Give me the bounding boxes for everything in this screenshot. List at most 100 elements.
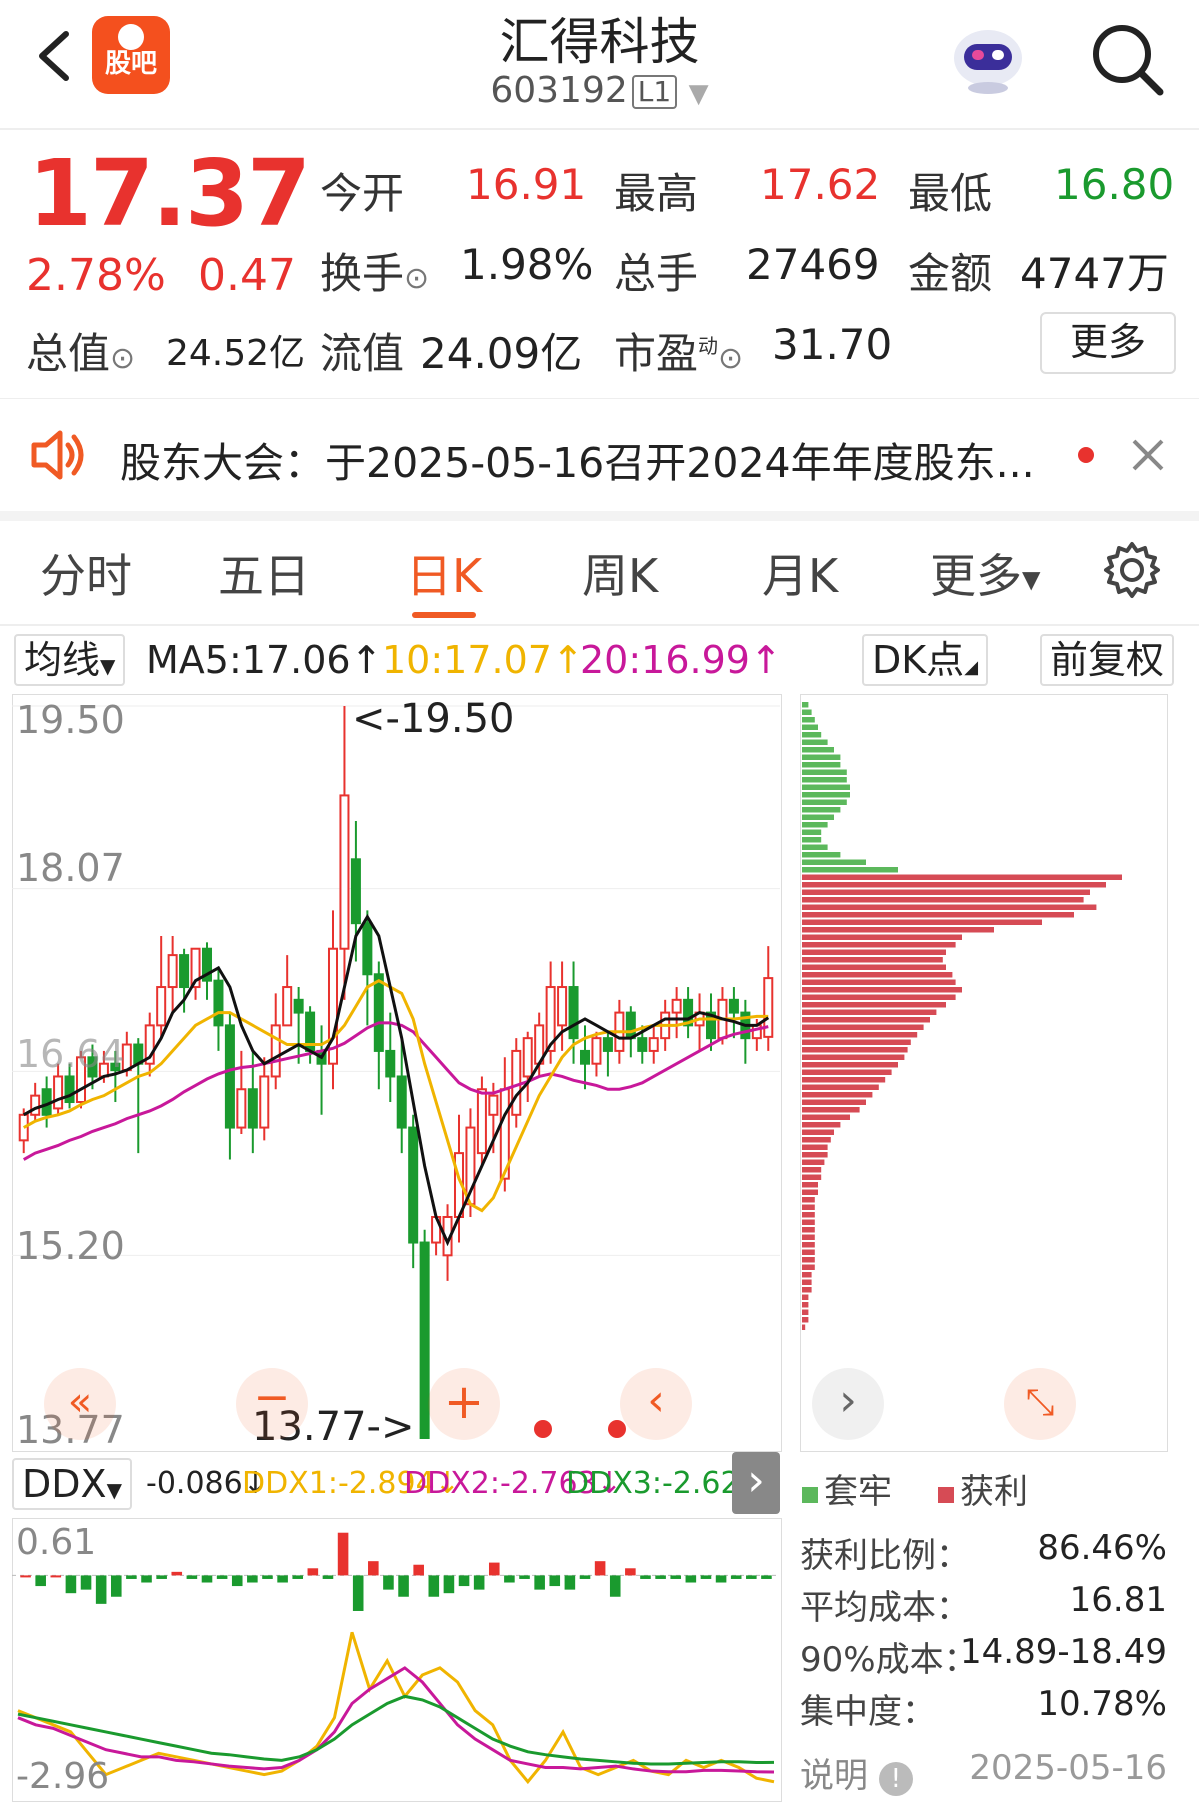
chip-bar-profit xyxy=(802,912,1074,918)
ddx-bar xyxy=(609,1575,621,1597)
chip-bar-profit xyxy=(802,1302,809,1308)
ddx-bar xyxy=(428,1575,440,1597)
legend-trap: 套牢 xyxy=(802,1464,892,1513)
info-icon[interactable]: ⊙ xyxy=(718,341,743,376)
chip-bar-profit xyxy=(802,1114,850,1120)
zoom-out-button[interactable]: − xyxy=(236,1368,308,1440)
amount-label: 金额 xyxy=(908,249,993,298)
chip-bar-trap xyxy=(802,747,834,753)
price-axis-label: 16.64 xyxy=(16,1032,125,1076)
tab-monthly-k[interactable]: 月K xyxy=(762,540,838,606)
ddx-bar xyxy=(201,1575,213,1583)
tab-weekly-k[interactable]: 周K xyxy=(582,540,658,606)
ddx-bar xyxy=(761,1575,772,1579)
corner-triangle-icon: ◢ xyxy=(964,657,979,678)
tab-more[interactable]: 更多▼ xyxy=(930,540,1040,606)
chip-bar-profit xyxy=(802,1264,815,1270)
ddx-bar xyxy=(352,1575,364,1611)
avg-cost-value: 16.81 xyxy=(1069,1580,1167,1620)
chip-next-button[interactable]: › xyxy=(812,1368,884,1440)
chip-bar-profit xyxy=(802,1024,924,1030)
chip-bar-profit xyxy=(802,1317,809,1323)
help-icon: ! xyxy=(878,1762,913,1796)
ddx-bar xyxy=(640,1575,651,1579)
ddx-bar xyxy=(80,1575,92,1590)
chip-bar-profit xyxy=(802,1167,822,1173)
ddx-bar xyxy=(65,1575,77,1594)
fast-rewind-button[interactable]: « xyxy=(44,1368,116,1440)
candle-body xyxy=(396,1075,407,1129)
notice-bar[interactable]: 股东大会：于2025-05-16召开2024年年度股东... xyxy=(0,398,1199,521)
candle-body xyxy=(213,979,224,1027)
ddx2-line xyxy=(17,1666,775,1774)
notice-text[interactable]: 股东大会：于2025-05-16召开2024年年度股东... xyxy=(120,429,1035,489)
ddx-select[interactable]: DDX▼ xyxy=(12,1458,132,1510)
kline-chart[interactable] xyxy=(12,694,780,1450)
explain-link[interactable]: 说明 ! xyxy=(800,1748,913,1797)
total-value-label: 总值⊙ xyxy=(26,329,136,378)
chip-bar-trap xyxy=(802,822,828,828)
dk-point-toggle[interactable]: DK点◢ xyxy=(862,634,989,686)
candle-body xyxy=(579,1049,591,1065)
event-dot[interactable] xyxy=(534,1420,552,1438)
chip-bar-trap xyxy=(802,814,834,820)
level-badge: L1 xyxy=(631,75,678,109)
ddx-bar xyxy=(307,1568,319,1576)
close-icon[interactable] xyxy=(1130,437,1166,473)
ddx-bar xyxy=(594,1561,606,1576)
ddx-bar xyxy=(488,1562,500,1576)
candle-body xyxy=(385,1049,396,1078)
ddx-bar xyxy=(20,1575,31,1578)
ma10-value: 10:17.07↑ xyxy=(382,638,584,682)
ddx-expand-button[interactable]: › xyxy=(732,1452,780,1514)
info-icon[interactable]: ⊙ xyxy=(404,261,429,296)
high-price-marker: <-19.50 xyxy=(352,696,515,742)
chip-bar-profit xyxy=(802,949,946,955)
chip-bar-profit xyxy=(802,942,956,948)
chip-bar-trap xyxy=(802,807,841,813)
ddx-bar xyxy=(383,1575,394,1590)
chip-date: 2025-05-16 xyxy=(969,1748,1167,1788)
stock-code: 603192 xyxy=(490,70,628,111)
candle-body xyxy=(637,1037,648,1052)
candle-body xyxy=(373,973,384,1052)
search-icon[interactable] xyxy=(1086,18,1168,100)
candle-body xyxy=(568,986,579,1040)
settings-gear-icon[interactable] xyxy=(1102,540,1162,600)
tab-intraday[interactable]: 分时 xyxy=(40,540,132,606)
event-dot[interactable] xyxy=(608,1420,626,1438)
zoom-in-button[interactable]: + xyxy=(428,1368,500,1440)
profit-ratio-value: 86.46% xyxy=(1037,1528,1167,1568)
chip-bar-profit xyxy=(802,994,956,1000)
more-quote-button[interactable]: 更多 xyxy=(1040,312,1176,374)
ddx-chart[interactable] xyxy=(12,1518,780,1800)
candle-body xyxy=(259,1075,270,1129)
info-icon[interactable]: ⊙ xyxy=(110,341,135,376)
chip-bar-profit xyxy=(802,1182,818,1188)
candle-body xyxy=(30,1094,41,1116)
tab-daily-k[interactable]: 日K xyxy=(406,540,482,606)
avg-cost-label: 平均成本： xyxy=(800,1588,970,1628)
step-left-button[interactable]: ‹ xyxy=(620,1368,692,1440)
adjust-select[interactable]: 前复权 xyxy=(1040,634,1175,686)
ddx-bar xyxy=(655,1575,666,1579)
chip-bar-trap xyxy=(802,702,809,708)
unread-dot xyxy=(1078,447,1094,463)
expand-button[interactable]: ⤡ xyxy=(1004,1368,1076,1440)
high-value: 17.62 xyxy=(760,160,881,209)
ddx-bar xyxy=(262,1575,273,1579)
robot-assistant-icon[interactable] xyxy=(946,18,1030,98)
chip-bar-profit xyxy=(802,1204,815,1210)
period-tabs: 分时 五日 日K 周K 月K 更多▼ xyxy=(0,520,1199,626)
candle-body xyxy=(408,1126,419,1244)
active-tab-indicator xyxy=(412,612,476,618)
chip-bar-profit xyxy=(802,979,956,985)
candle-body xyxy=(293,998,304,1014)
chip-bar-profit xyxy=(802,1062,898,1068)
chip-bar-trap xyxy=(802,829,822,835)
chip-bar-profit xyxy=(802,964,946,970)
chip-bar-trap xyxy=(802,769,847,775)
tab-five-day[interactable]: 五日 xyxy=(218,540,310,606)
candle-body xyxy=(156,986,167,1027)
indicator-select[interactable]: 均线▼ xyxy=(14,634,126,686)
